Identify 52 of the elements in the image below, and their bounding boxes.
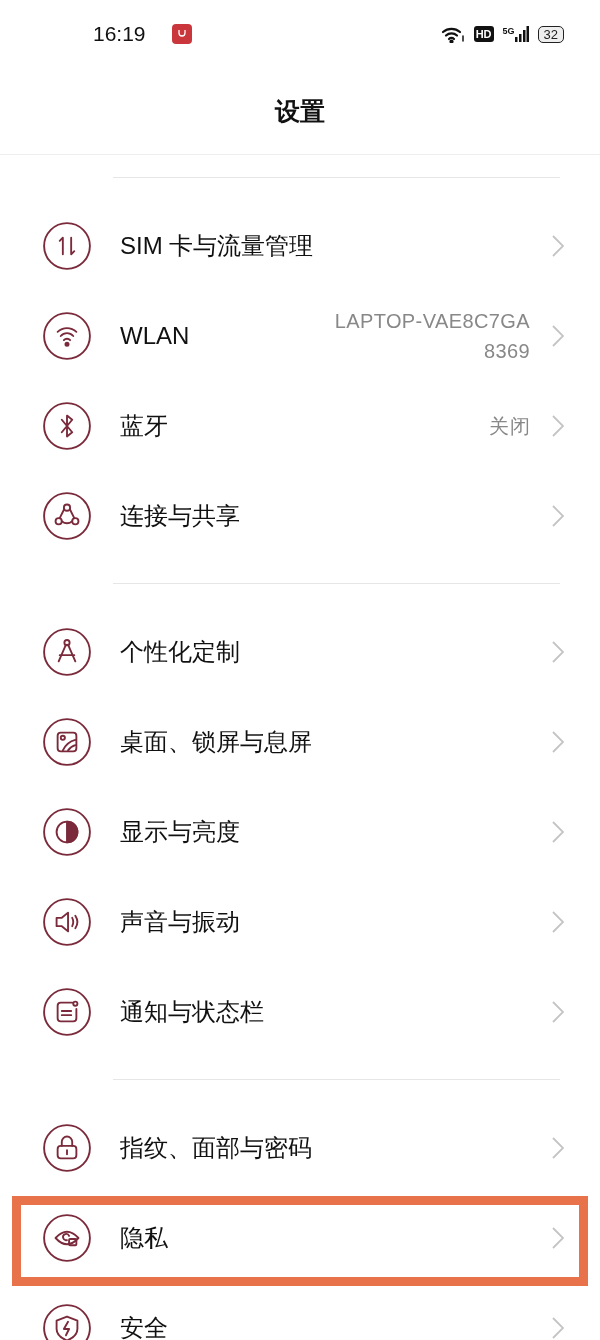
settings-row[interactable]: 指纹、面部与密码: [0, 1103, 600, 1193]
row-label: 蓝牙: [120, 411, 169, 441]
hd-badge: HD: [473, 26, 494, 42]
chevron-icon: [552, 325, 564, 347]
status-time: 16:19: [93, 22, 146, 46]
row-label: 显示与亮度: [120, 817, 241, 847]
settings-row[interactable]: 隐私: [0, 1193, 600, 1283]
settings-row[interactable]: SIM 卡与流量管理: [0, 201, 600, 291]
chevron-icon: [552, 1001, 564, 1023]
chevron-icon: [552, 1317, 564, 1339]
settings-row[interactable]: 个性化定制: [0, 607, 600, 697]
row-label: 声音与振动: [120, 907, 241, 937]
wifi-icon: [440, 25, 465, 43]
row-value: 关闭: [489, 414, 530, 439]
app-notification-icon: [171, 24, 192, 44]
wallpaper-icon: [42, 717, 92, 767]
chevron-icon: [552, 505, 564, 527]
chevron-icon: [552, 415, 564, 437]
page-title: 设置: [275, 95, 325, 127]
settings-row[interactable]: 连接与共享: [0, 471, 600, 561]
settings-row[interactable]: WLAN LAPTOP-VAE8C7GA 8369: [0, 291, 600, 381]
settings-row[interactable]: 显示与亮度: [0, 787, 600, 877]
security-icon: [42, 1303, 92, 1340]
row-label: 桌面、锁屏与息屏: [120, 727, 313, 757]
settings-row[interactable]: 安全: [0, 1283, 600, 1340]
chevron-icon: [552, 641, 564, 663]
row-label: 连接与共享: [120, 501, 241, 531]
battery-icon: 32: [537, 25, 564, 43]
chevron-icon: [552, 235, 564, 257]
settings-row[interactable]: 通知与状态栏: [0, 967, 600, 1057]
row-value: LAPTOP-VAE8C7GA 8369: [333, 309, 530, 364]
row-label: WLAN: [120, 322, 191, 350]
chevron-icon: [552, 1227, 564, 1249]
bluetooth-icon: [42, 401, 92, 451]
compass-icon: [42, 627, 92, 677]
wifi-icon: [42, 311, 92, 361]
row-label: 指纹、面部与密码: [120, 1133, 313, 1163]
settings-row[interactable]: 桌面、锁屏与息屏: [0, 697, 600, 787]
row-label: 个性化定制: [120, 637, 241, 667]
lock-icon: [42, 1123, 92, 1173]
chevron-icon: [552, 911, 564, 933]
notification-icon: [42, 987, 92, 1037]
settings-row[interactable]: 蓝牙 关闭: [0, 381, 600, 471]
row-label: 隐私: [120, 1223, 169, 1253]
settings-row[interactable]: 声音与振动: [0, 877, 600, 967]
row-label: 通知与状态栏: [120, 997, 265, 1027]
chevron-icon: [552, 1137, 564, 1159]
row-label: 安全: [120, 1313, 169, 1340]
chevron-icon: [552, 821, 564, 843]
row-label: SIM 卡与流量管理: [120, 231, 315, 261]
chevron-icon: [552, 731, 564, 753]
sound-icon: [42, 897, 92, 947]
